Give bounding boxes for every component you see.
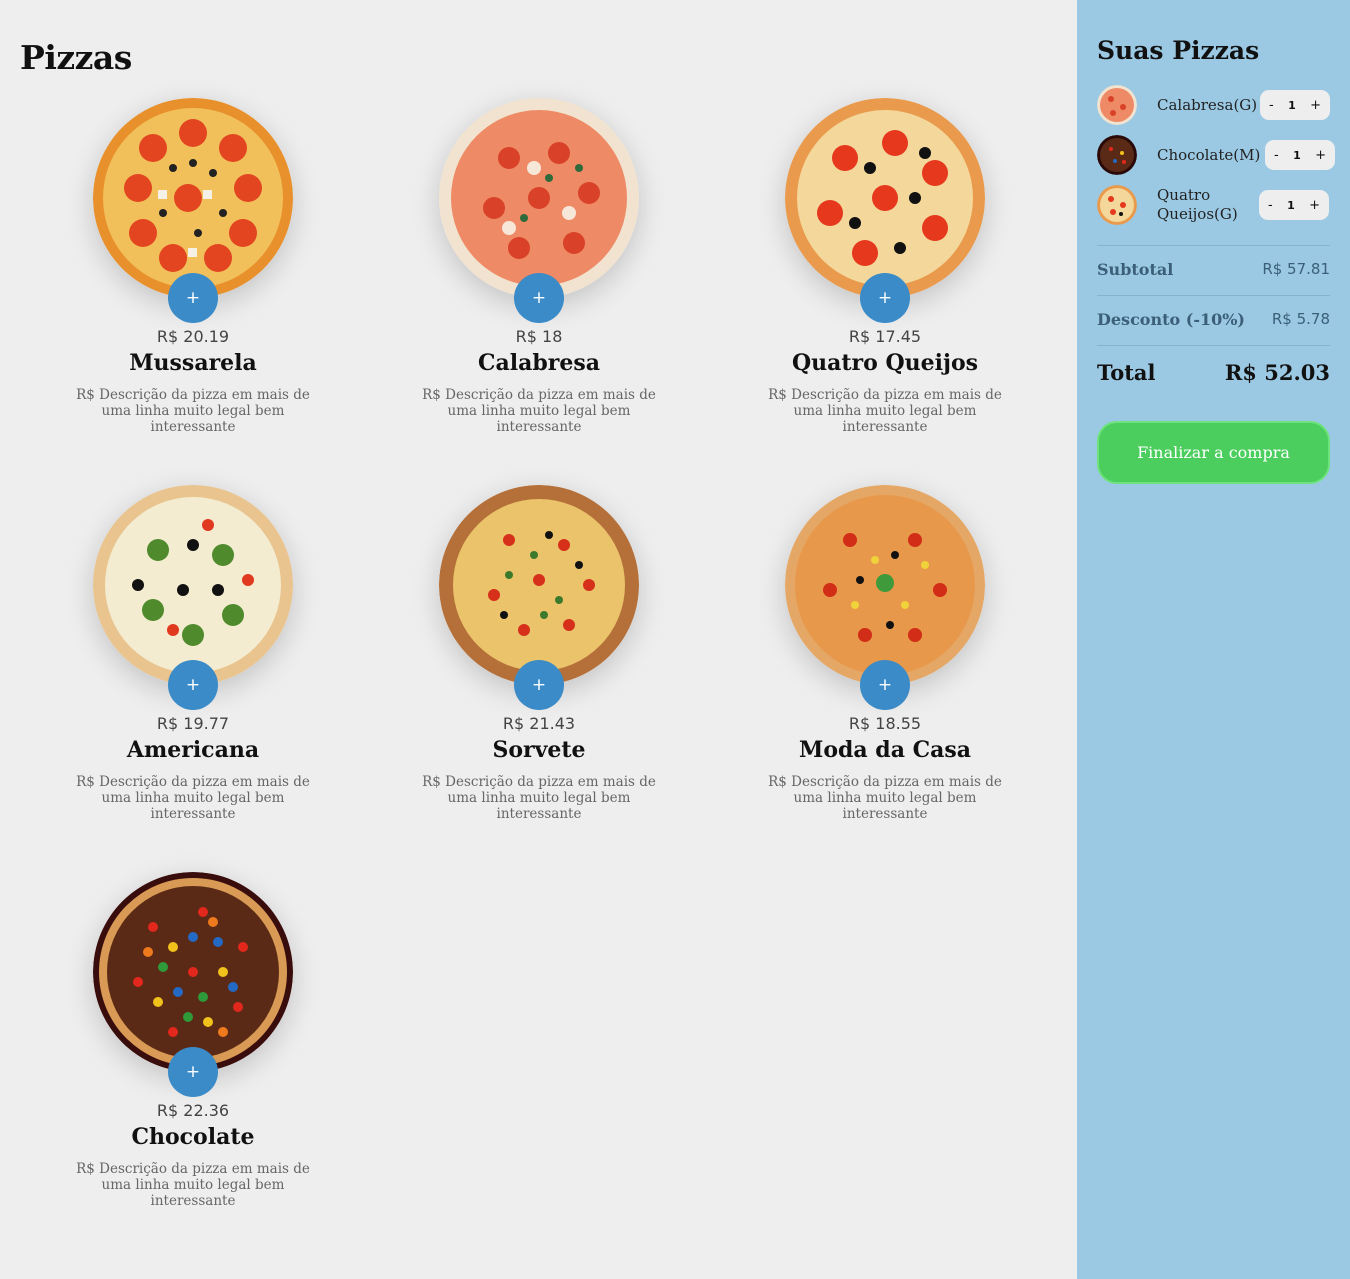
quantity-value: 1 <box>1287 198 1295 212</box>
pizza-image[interactable] <box>93 872 293 1072</box>
decrease-quantity-button[interactable]: - <box>1267 98 1276 113</box>
pizza-description: R$ Descrição da pizza em mais de uma lin… <box>768 774 1002 822</box>
quantity-value: 1 <box>1293 148 1301 162</box>
decrease-quantity-button[interactable]: - <box>1272 148 1281 163</box>
pizza-price: R$ 20.19 <box>156 327 230 346</box>
increase-quantity-button[interactable]: + <box>1313 148 1328 163</box>
divider <box>1097 345 1330 346</box>
pizza-card-sorvete[interactable]: + R$ 21.43 Sorvete R$ Descrição da pizza… <box>366 485 712 872</box>
pizza-name: Sorvete <box>492 737 586 763</box>
add-pizza-button[interactable]: + <box>860 273 910 323</box>
pizza-price: R$ 17.45 <box>848 327 922 346</box>
checkout-button[interactable]: Finalizar a compra <box>1097 421 1330 484</box>
add-pizza-button[interactable]: + <box>168 660 218 710</box>
add-pizza-button[interactable]: + <box>514 660 564 710</box>
quantity-stepper: - 1 + <box>1265 140 1335 170</box>
pizza-price: R$ 19.77 <box>156 714 230 733</box>
discount-value: R$ 5.78 <box>1271 310 1330 328</box>
cart-item-name: Chocolate(M) <box>1157 146 1261 164</box>
divider <box>1097 245 1330 246</box>
discount-label: Desconto (-10%) <box>1097 310 1245 329</box>
pizza-card-moda-da-casa[interactable]: + R$ 18.55 Moda da Casa R$ Descrição da … <box>712 485 1058 872</box>
pizza-card-mussarela[interactable]: + R$ 20.19 Mussarela R$ Descrição da piz… <box>20 98 366 485</box>
pizza-description: R$ Descrição da pizza em mais de uma lin… <box>76 774 310 822</box>
pizza-image[interactable] <box>93 98 293 298</box>
add-pizza-button[interactable]: + <box>514 273 564 323</box>
pizza-image[interactable] <box>439 98 639 298</box>
pizza-card-americana[interactable]: + R$ 19.77 Americana R$ Descrição da piz… <box>20 485 366 872</box>
cart-item: Chocolate(M) - 1 + <box>1097 135 1337 175</box>
pizza-image[interactable] <box>93 485 293 685</box>
subtotal-row: Subtotal R$ 57.81 <box>1097 260 1330 279</box>
cart-title: Suas Pizzas <box>1097 36 1260 65</box>
pizza-description: R$ Descrição da pizza em mais de uma lin… <box>422 774 656 822</box>
pizza-description: R$ Descrição da pizza em mais de uma lin… <box>76 387 310 435</box>
pizza-image[interactable] <box>785 485 985 685</box>
pizza-menu: Pizzas + R$ 20.19 Mussarela R$ Descrição… <box>0 0 1077 1279</box>
pizza-price: R$ 18.55 <box>848 714 922 733</box>
subtotal-label: Subtotal <box>1097 260 1174 279</box>
cart-item: Calabresa(G) - 1 + <box>1097 85 1337 125</box>
quantity-value: 1 <box>1288 98 1296 112</box>
pizza-description: R$ Descrição da pizza em mais de uma lin… <box>422 387 656 435</box>
pizza-card-chocolate[interactable]: + R$ 22.36 Chocolate R$ Descrição da piz… <box>20 872 366 1259</box>
add-pizza-button[interactable]: + <box>860 660 910 710</box>
page-title: Pizzas <box>20 38 132 77</box>
pizza-description: R$ Descrição da pizza em mais de uma lin… <box>76 1161 310 1209</box>
increase-quantity-button[interactable]: + <box>1308 98 1323 113</box>
pizza-description: R$ Descrição da pizza em mais de uma lin… <box>768 387 1002 435</box>
quantity-stepper: - 1 + <box>1259 190 1329 220</box>
discount-row: Desconto (-10%) R$ 5.78 <box>1097 310 1330 329</box>
pizza-name: Moda da Casa <box>798 737 972 763</box>
total-row: Total R$ 52.03 <box>1097 360 1330 385</box>
cart-item-name: Quatro Queijos(G) <box>1157 186 1238 223</box>
total-value: R$ 52.03 <box>1224 360 1330 385</box>
cart-item: Quatro Queijos(G) - 1 + <box>1097 185 1337 225</box>
pizza-name: Quatro Queijos <box>791 350 979 376</box>
pizza-name: Chocolate <box>131 1124 255 1150</box>
pizza-grid: + R$ 20.19 Mussarela R$ Descrição da piz… <box>0 98 1077 1259</box>
pizza-card-quatro-queijos[interactable]: + R$ 17.45 Quatro Queijos R$ Descrição d… <box>712 98 1058 485</box>
pizza-price: R$ 22.36 <box>156 1101 230 1120</box>
pizza-price: R$ 18 <box>515 327 563 346</box>
pizza-image[interactable] <box>439 485 639 685</box>
pizza-card-calabresa[interactable]: + R$ 18 Calabresa R$ Descrição da pizza … <box>366 98 712 485</box>
subtotal-value: R$ 57.81 <box>1262 260 1330 278</box>
pizza-name: Mussarela <box>129 350 257 376</box>
pizza-price: R$ 21.43 <box>502 714 576 733</box>
pizza-name: Calabresa <box>478 350 600 376</box>
total-label: Total <box>1097 360 1156 385</box>
decrease-quantity-button[interactable]: - <box>1266 198 1275 213</box>
pizza-image[interactable] <box>785 98 985 298</box>
quantity-stepper: - 1 + <box>1260 90 1330 120</box>
add-pizza-button[interactable]: + <box>168 1047 218 1097</box>
divider <box>1097 295 1330 296</box>
pizza-name: Americana <box>126 737 260 763</box>
increase-quantity-button[interactable]: + <box>1307 198 1322 213</box>
cart-item-thumbnail <box>1097 135 1137 175</box>
cart-item-name: Calabresa(G) <box>1157 96 1258 114</box>
cart-sidebar: Suas Pizzas Calabresa(G) - 1 + Chocolate… <box>1077 0 1350 1279</box>
cart-item-thumbnail <box>1097 185 1137 225</box>
add-pizza-button[interactable]: + <box>168 273 218 323</box>
cart-item-thumbnail <box>1097 85 1137 125</box>
